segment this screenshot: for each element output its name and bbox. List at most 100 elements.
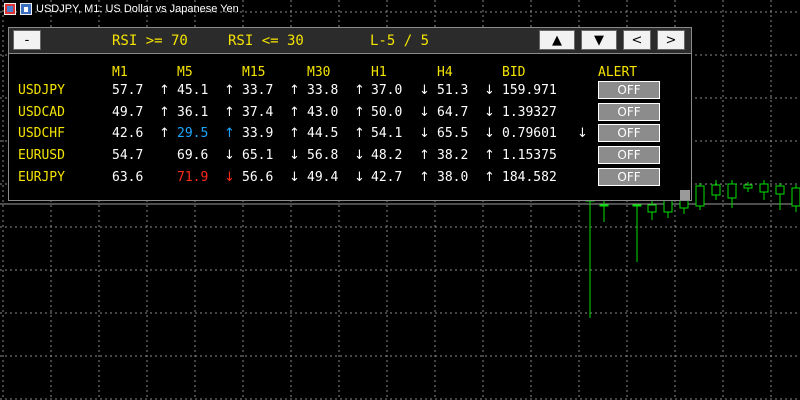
scroll-up-button[interactable]: ▲	[539, 30, 575, 50]
scroll-down-button[interactable]: ▼	[581, 30, 617, 50]
alert-toggle-button[interactable]: OFF	[598, 146, 660, 164]
prev-page-button[interactable]: <	[623, 30, 651, 50]
rsi-value: 44.5	[307, 126, 339, 141]
rsi-value: 43.0	[307, 105, 339, 120]
alert-toggle-button[interactable]: OFF	[598, 81, 660, 99]
chevron-left-icon: <	[631, 32, 643, 48]
symbol-name: USDJPY	[18, 83, 65, 98]
trend-up-icon: ↑	[224, 126, 235, 141]
bid-price: 184.582	[502, 170, 557, 185]
rsi-value: 33.7	[242, 83, 274, 98]
trend-up-icon: ↑	[484, 148, 495, 163]
rsi-value: 42.7	[371, 170, 403, 185]
rsi-value: 64.7	[437, 105, 469, 120]
panel-header: - RSI >= 70 RSI <= 30 L-5 / 5 ▲ ▼ < >	[9, 28, 691, 54]
arrow-up-icon: ▲	[552, 32, 562, 48]
rsi-value: 54.1	[371, 126, 403, 141]
rsi-value: 65.1	[242, 148, 274, 163]
trend-up-icon: ↑	[354, 105, 365, 120]
trend-down-icon: ↓	[484, 126, 495, 141]
rsi-value: 56.8	[307, 148, 339, 163]
alert-toggle-button[interactable]: OFF	[598, 103, 660, 121]
rsi-value: 56.6	[242, 170, 274, 185]
rsi-dashboard-panel: - RSI >= 70 RSI <= 30 L-5 / 5 ▲ ▼ < > M1…	[8, 27, 692, 201]
panel-resize-handle[interactable]	[680, 190, 690, 200]
rsi-value: 49.7	[112, 105, 144, 120]
rsi-value: 50.0	[371, 105, 403, 120]
chevron-right-icon: >	[665, 32, 677, 48]
candle-body	[727, 183, 737, 199]
rsi-value: 38.2	[437, 148, 469, 163]
symbol-name: EURJPY	[18, 170, 65, 185]
trend-up-icon: ↑	[484, 170, 495, 185]
trend-up-icon: ↑	[354, 83, 365, 98]
rsi-high-label: RSI >= 70	[112, 33, 188, 49]
trend-up-icon: ↑	[224, 83, 235, 98]
symbol-name: USDCAD	[18, 105, 65, 120]
rsi-value: 36.1	[177, 105, 209, 120]
candle-body	[695, 185, 705, 207]
candle-body	[711, 184, 721, 196]
column-header-m5: M5	[177, 65, 193, 80]
rsi-value: 33.8	[307, 83, 339, 98]
rsi-value: 49.4	[307, 170, 339, 185]
candle-body	[599, 204, 609, 207]
rsi-value: 29.5	[177, 126, 209, 141]
rsi-value: 48.2	[371, 148, 403, 163]
trend-up-icon: ↑	[159, 105, 170, 120]
symbol-info-icon	[20, 3, 32, 15]
next-page-button[interactable]: >	[657, 30, 685, 50]
trend-up-icon: ↑	[289, 126, 300, 141]
trend-down-icon: ↓	[224, 170, 235, 185]
rsi-value: 38.0	[437, 170, 469, 185]
rsi-value: 51.3	[437, 83, 469, 98]
trend-down-icon: ↓	[577, 126, 588, 141]
trend-up-icon: ↑	[289, 83, 300, 98]
trend-down-icon: ↓	[289, 170, 300, 185]
candle-body	[759, 183, 769, 193]
trend-down-icon: ↓	[224, 148, 235, 163]
chart-title: USDJPY, M1: US Dollar vs Japanese Yen	[4, 2, 239, 16]
trend-up-icon: ↑	[159, 83, 170, 98]
trend-down-icon: ↓	[354, 148, 365, 163]
rsi-value: 33.9	[242, 126, 274, 141]
column-header-m15: M15	[242, 65, 266, 80]
trend-up-icon: ↑	[354, 126, 365, 141]
trend-down-icon: ↓	[419, 105, 430, 120]
trend-down-icon: ↓	[419, 83, 430, 98]
trend-up-icon: ↑	[419, 170, 430, 185]
trend-down-icon: ↓	[484, 83, 495, 98]
bid-price: 1.15375	[502, 148, 557, 163]
trend-up-icon: ↑	[224, 105, 235, 120]
column-header-m1: M1	[112, 65, 128, 80]
column-header-bid: BID	[502, 65, 526, 80]
minimize-button[interactable]: -	[13, 30, 41, 50]
rsi-value: 45.1	[177, 83, 209, 98]
bid-price: 0.79601	[502, 126, 557, 141]
chart-window-icon	[4, 3, 16, 15]
column-header-h1: H1	[371, 65, 387, 80]
rsi-value: 42.6	[112, 126, 144, 141]
trend-up-icon: ↑	[289, 105, 300, 120]
rsi-low-label: RSI <= 30	[228, 33, 304, 49]
candle-body	[632, 204, 642, 207]
alert-toggle-button[interactable]: OFF	[598, 168, 660, 186]
trend-up-icon: ↑	[159, 126, 170, 141]
candle-body	[647, 204, 657, 213]
candle-body	[791, 187, 800, 207]
rsi-value: 63.6	[112, 170, 144, 185]
symbol-name: USDCHF	[18, 126, 65, 141]
rsi-value: 37.0	[371, 83, 403, 98]
rsi-value: 65.5	[437, 126, 469, 141]
candle-body	[679, 199, 689, 209]
trend-up-icon: ↑	[419, 148, 430, 163]
symbol-name: EURUSD	[18, 148, 65, 163]
trend-down-icon: ↓	[354, 170, 365, 185]
column-header-h4: H4	[437, 65, 453, 80]
rsi-value: 69.6	[177, 148, 209, 163]
chart-title-text: USDJPY, M1: US Dollar vs Japanese Yen	[36, 3, 239, 15]
alert-toggle-button[interactable]: OFF	[598, 124, 660, 142]
rsi-value: 54.7	[112, 148, 144, 163]
trend-down-icon: ↓	[419, 126, 430, 141]
candle-body	[775, 185, 785, 195]
